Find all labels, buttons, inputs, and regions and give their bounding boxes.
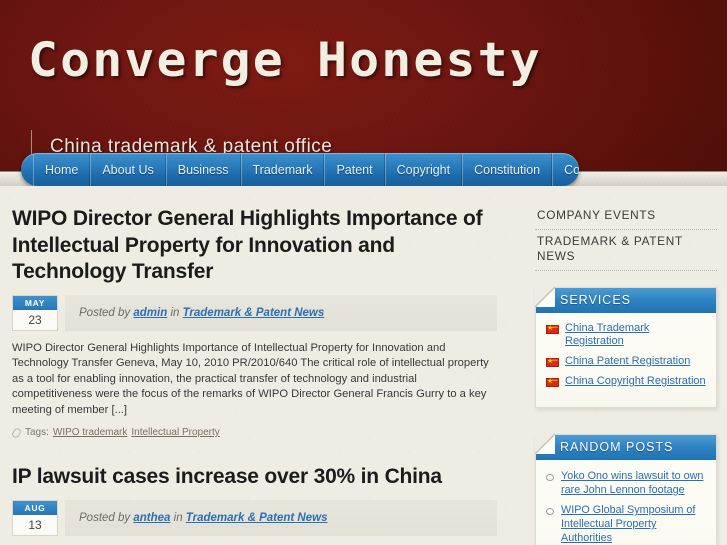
main-navigation[interactable]: Home About Us Business Trademark Patent … <box>21 153 579 186</box>
sidebar-item-trademark-patent-news[interactable]: TRADEMARK & PATENT NEWS <box>535 230 717 271</box>
bullet-icon <box>546 474 554 481</box>
post-author-link[interactable]: admin <box>133 307 167 319</box>
service-link-trademark[interactable]: China Trademark Registration <box>565 322 708 348</box>
post-byline: Posted by anthea in Trademark & Patent N… <box>65 499 497 536</box>
nav-items: Home About Us Business Trademark Patent … <box>21 153 579 186</box>
post-date-badge: MAY 23 <box>12 294 58 331</box>
nav-item-patent[interactable]: Patent <box>324 153 385 186</box>
sidebar-category-list: COMPANY EVENTS TRADEMARK & PATENT NEWS <box>535 204 717 271</box>
post-article: IP lawsuit cases increase over 30% in Ch… <box>12 464 497 545</box>
random-post-link[interactable]: Yoko Ono wins lawsuit to own rare John L… <box>561 469 708 497</box>
post-meta-row: MAY 23 Posted by admin in Trademark & Pa… <box>12 294 497 331</box>
post-author-link[interactable]: anthea <box>133 512 170 524</box>
nav-item-about-us[interactable]: About Us <box>90 153 166 186</box>
post-tag-link[interactable]: Intellectual Property <box>131 427 219 438</box>
china-flag-icon <box>546 324 559 334</box>
services-widget: SERVICES China Trademark Registration Ch… <box>535 287 717 408</box>
post-category-link[interactable]: Trademark & Patent News <box>183 307 325 319</box>
in-label: in <box>170 306 180 319</box>
sidebar: COMPANY EVENTS TRADEMARK & PATENT NEWS S… <box>525 186 727 545</box>
post-date-day: 13 <box>28 517 42 532</box>
post-date-month: AUG <box>13 500 57 515</box>
bullet-icon <box>546 508 554 515</box>
china-flag-icon <box>546 377 559 387</box>
service-link-patent[interactable]: China Patent Registration <box>565 355 690 368</box>
post-title[interactable]: WIPO Director General Highlights Importa… <box>12 206 497 286</box>
post-tags-row: Tags: WIPO trademark Intellectual Proper… <box>12 427 497 438</box>
post-article: WIPO Director General Highlights Importa… <box>12 206 497 438</box>
random-post-link[interactable]: WIPO Global Symposium of Intellectual Pr… <box>561 503 708 545</box>
service-link-copyright[interactable]: China Copyright Registration <box>565 375 706 388</box>
nav-item-home[interactable]: Home <box>33 153 91 186</box>
sidebar-item-company-events[interactable]: COMPANY EVENTS <box>535 204 717 230</box>
list-item[interactable]: China Trademark Registration <box>546 322 708 348</box>
post-date-month: MAY <box>13 295 57 310</box>
nav-item-copyright[interactable]: Copyright <box>384 153 463 186</box>
random-posts-widget: RANDOM POSTS Yoko Ono wins lawsuit to ow… <box>535 434 717 545</box>
list-item[interactable]: China Patent Registration <box>546 355 708 368</box>
tag-clip-icon <box>12 428 21 437</box>
list-item[interactable]: China Copyright Registration <box>546 375 708 388</box>
random-posts-widget-title: RANDOM POSTS <box>536 435 716 460</box>
page-curl-icon <box>535 287 555 307</box>
nav-item-business[interactable]: Business <box>165 153 241 186</box>
content-area: WIPO Director General Highlights Importa… <box>0 186 727 545</box>
china-flag-icon <box>546 357 559 367</box>
services-widget-body: China Trademark Registration China Paten… <box>536 313 716 407</box>
post-category-link[interactable]: Trademark & Patent News <box>186 512 328 524</box>
post-byline: Posted by admin in Trademark & Patent Ne… <box>65 294 497 331</box>
post-meta-row: AUG 13 Posted by anthea in Trademark & P… <box>12 499 497 536</box>
list-item[interactable]: WIPO Global Symposium of Intellectual Pr… <box>546 503 708 545</box>
site-header: Converge Honesty China trademark & paten… <box>0 0 727 186</box>
post-date-badge: AUG 13 <box>12 499 58 536</box>
post-tag-link[interactable]: WIPO trademark <box>53 427 127 438</box>
post-date-day: 23 <box>28 312 42 327</box>
services-widget-title: SERVICES <box>536 288 716 313</box>
post-excerpt: WIPO Director General Highlights Importa… <box>12 341 489 416</box>
in-label: in <box>173 511 183 524</box>
main-column: WIPO Director General Highlights Importa… <box>0 186 515 545</box>
page-root: Converge Honesty China trademark & paten… <box>0 0 727 545</box>
tags-label: Tags: <box>25 427 49 438</box>
list-item[interactable]: Yoko Ono wins lawsuit to own rare John L… <box>546 469 708 497</box>
post-title[interactable]: IP lawsuit cases increase over 30% in Ch… <box>12 464 497 491</box>
nav-item-constitution[interactable]: Constitution <box>462 153 553 186</box>
page-curl-icon <box>535 434 555 454</box>
random-posts-widget-body: Yoko Ono wins lawsuit to own rare John L… <box>536 460 716 545</box>
posted-by-label: Posted by <box>79 511 131 524</box>
site-logo[interactable]: Converge Honesty <box>28 33 542 88</box>
nav-item-trademark[interactable]: Trademark <box>240 153 325 186</box>
posted-by-label: Posted by <box>79 306 131 319</box>
